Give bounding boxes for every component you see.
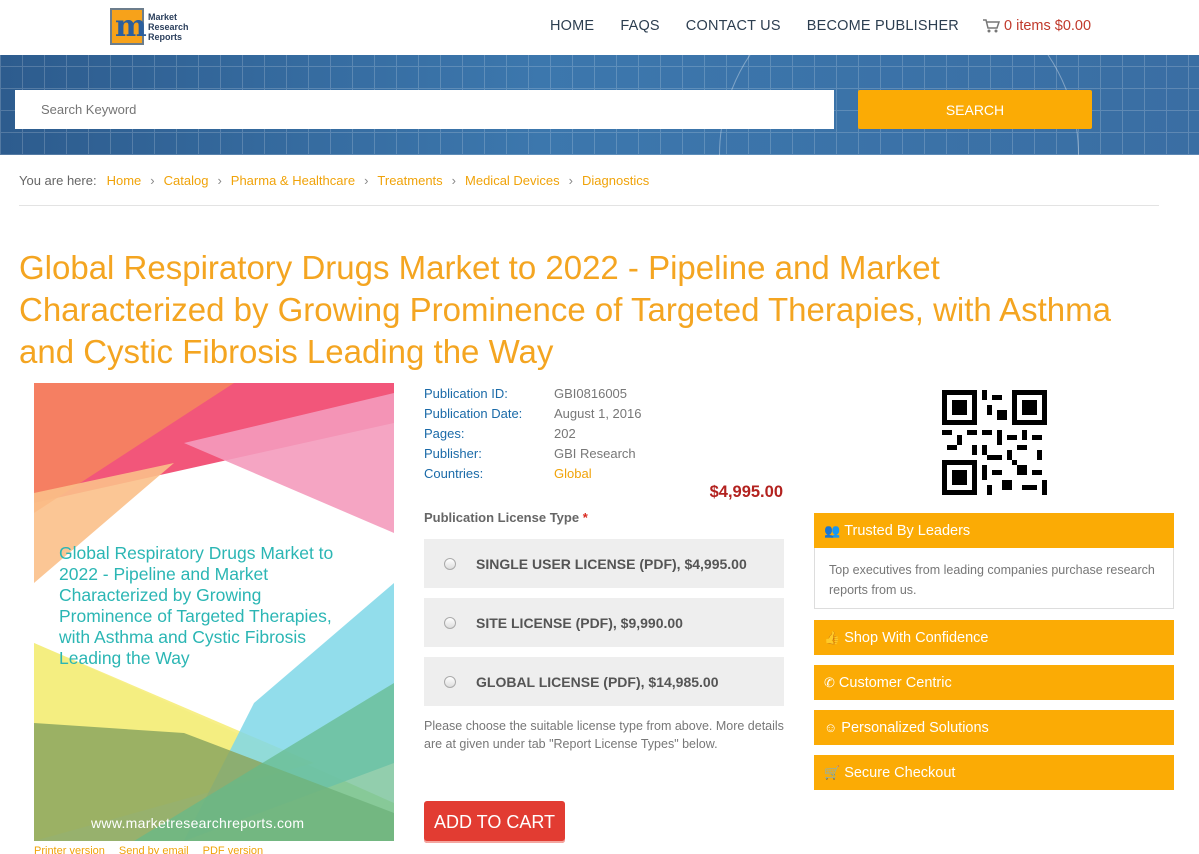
search-button[interactable]: SEARCH <box>858 90 1092 129</box>
customer-centric-panel[interactable]: ✆ Customer Centric <box>814 665 1174 700</box>
country-link[interactable]: Global <box>554 464 592 484</box>
print-links: Printer version Send by email PDF versio… <box>34 845 277 854</box>
detail-label: Countries: <box>424 466 484 481</box>
panel-title: Trusted By Leaders <box>844 522 971 539</box>
cover-title: Global Respiratory Drugs Market to 2022 … <box>59 543 334 668</box>
phone-icon: ✆ <box>824 674 835 690</box>
panel-title: Customer Centric <box>838 674 952 691</box>
detail-value: GBI0816005 <box>554 386 628 401</box>
search-banner: SEARCH <box>0 55 1199 155</box>
detail-value: August 1, 2016 <box>554 406 642 421</box>
add-to-cart-button[interactable]: ADD TO CART <box>424 801 565 843</box>
smile-icon: ☺ <box>824 720 838 735</box>
site-logo[interactable]: m Market Research Reports <box>110 8 200 45</box>
personalized-solutions-panel[interactable]: ☺ Personalized Solutions <box>814 710 1174 745</box>
radio-button[interactable] <box>444 616 456 629</box>
printer-version-link[interactable]: Printer version <box>34 845 105 854</box>
trusted-by-leaders-body: Top executives from leading companies pu… <box>814 548 1174 609</box>
panel-title: Secure Checkout <box>844 764 956 781</box>
cart-summary: 0 items $0.00 <box>1004 18 1092 34</box>
breadcrumb-prefix: You are here: <box>19 173 97 188</box>
detail-value: 202 <box>554 426 576 441</box>
cart-link[interactable]: 0 items $0.00 <box>982 18 1091 34</box>
radio-button[interactable] <box>444 557 456 570</box>
detail-label: Publisher: <box>424 446 482 461</box>
breadcrumb-catalog[interactable]: Catalog <box>164 173 209 188</box>
send-by-email-link[interactable]: Send by email <box>119 845 189 854</box>
nav-home[interactable]: HOME <box>550 18 594 34</box>
cart-icon: 🛒 <box>824 764 841 780</box>
detail-value: GBI Research <box>554 446 636 461</box>
license-option-single[interactable]: SINGLE USER LICENSE (PDF), $4,995.00 <box>424 539 784 588</box>
shop-with-confidence-panel[interactable]: 👍 Shop With Confidence <box>814 620 1174 655</box>
nav-contact-us[interactable]: CONTACT US <box>686 18 781 34</box>
nav-faqs[interactable]: FAQS <box>620 18 659 34</box>
trusted-by-leaders-panel[interactable]: 👥 Trusted By Leaders <box>814 513 1174 548</box>
logo-text: Market Research Reports <box>148 11 189 42</box>
detail-label: Pages: <box>424 426 465 441</box>
top-navbar: m Market Research Reports HOME FAQS CONTAC… <box>0 0 1199 55</box>
detail-label: Publication Date: <box>424 406 523 421</box>
breadcrumb-diagnostics[interactable]: Diagnostics <box>582 173 649 188</box>
secure-checkout-panel[interactable]: 🛒 Secure Checkout <box>814 755 1174 790</box>
users-icon: 👥 <box>824 522 841 538</box>
cart-icon <box>983 19 1000 33</box>
breadcrumb-treatments[interactable]: Treatments <box>377 173 442 188</box>
breadcrumb: You are here: Home › Catalog › Pharma & He… <box>19 173 650 188</box>
cover-url: www.marketresearchreports.com <box>91 815 305 831</box>
license-option-site[interactable]: SITE LICENSE (PDF), $9,990.00 <box>424 598 784 647</box>
logo-icon: m <box>110 8 147 45</box>
panel-title: Personalized Solutions <box>841 719 989 736</box>
license-option-global[interactable]: GLOBAL LICENSE (PDF), $14,985.00 <box>424 657 784 706</box>
thumbs-up-icon: 👍 <box>824 629 841 645</box>
nav-become-publisher[interactable]: BECOME PUBLISHER <box>807 18 959 34</box>
detail-label: Publication ID: <box>424 386 508 401</box>
publication-details: Publication ID: GBI0816005 Publication Da… <box>424 384 641 484</box>
panel-title: Shop With Confidence <box>844 629 989 646</box>
qr-code-icon <box>942 390 1047 495</box>
breadcrumb-medical-devices[interactable]: Medical Devices <box>465 173 560 188</box>
license-label: GLOBAL LICENSE (PDF), $14,985.00 <box>476 673 719 690</box>
license-label: SITE LICENSE (PDF), $9,990.00 <box>476 614 683 631</box>
license-note: Please choose the suitable license type … <box>424 719 784 751</box>
radio-button[interactable] <box>444 675 456 688</box>
main-nav: HOME FAQS CONTACT US BECOME PUBLISHER <box>550 18 985 34</box>
divider <box>19 205 1159 206</box>
page-title: Global Respiratory Drugs Market to 2022 … <box>19 249 1111 370</box>
search-input[interactable] <box>15 90 834 129</box>
price: $4,995.00 <box>709 483 783 501</box>
license-type-label: Publication License Type * <box>424 510 588 525</box>
breadcrumb-home[interactable]: Home <box>107 173 142 188</box>
report-cover-image: Global Respiratory Drugs Market to 2022 … <box>34 383 394 841</box>
breadcrumb-pharma[interactable]: Pharma & Healthcare <box>231 173 355 188</box>
pdf-version-link[interactable]: PDF version <box>203 845 264 854</box>
license-label: SINGLE USER LICENSE (PDF), $4,995.00 <box>476 555 747 572</box>
